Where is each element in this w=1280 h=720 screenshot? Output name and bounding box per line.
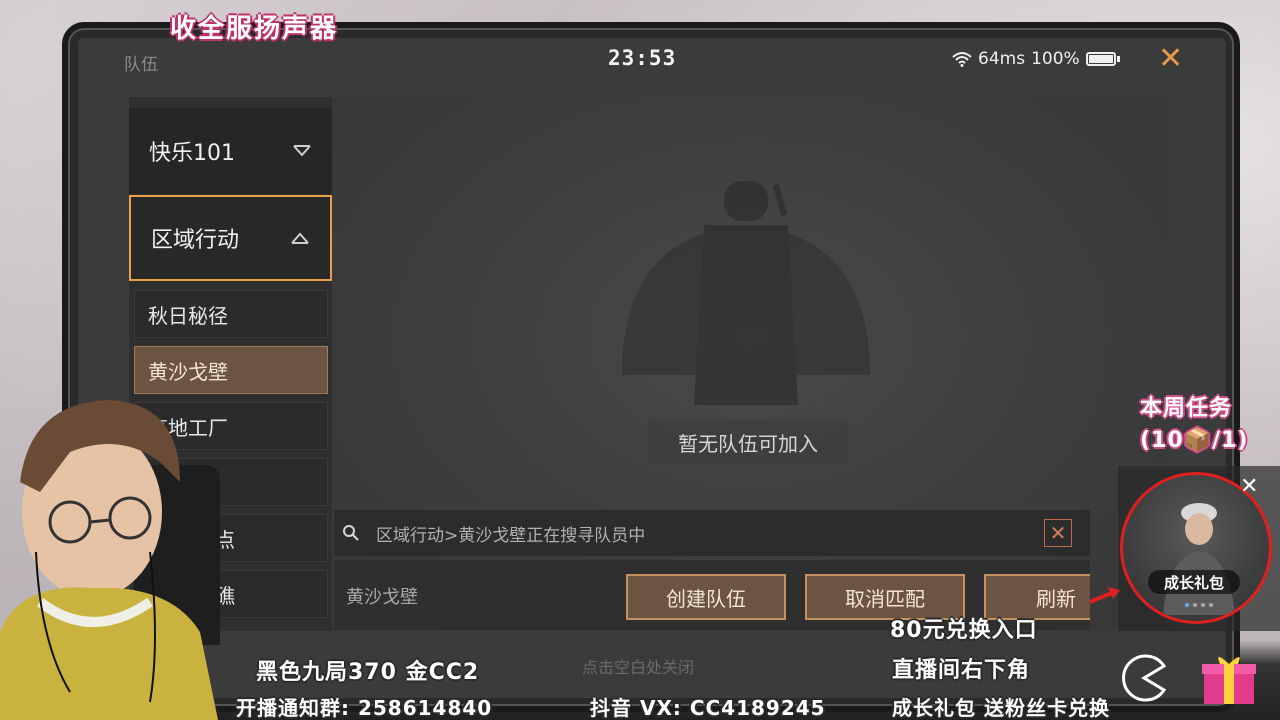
streamer-webcam (0, 400, 218, 720)
gift-box-icon[interactable] (1200, 650, 1258, 706)
weekly-task-count: (10📦/1) (1140, 428, 1249, 453)
mode-dropdown-label: 快乐101 (149, 141, 235, 166)
create-team-button[interactable]: 创建队伍 (626, 574, 786, 620)
battery-percent: 100% (1031, 49, 1080, 69)
search-icon (343, 525, 359, 541)
wifi-icon (952, 52, 972, 67)
battery-tip (1116, 56, 1120, 62)
arrow-icon (1089, 587, 1120, 604)
empty-message: 暂无队伍可加入 (648, 420, 848, 464)
overlay-title: 收全服扬声器 (170, 14, 339, 44)
sidebar-item-label: 黄沙戈壁 (148, 359, 228, 384)
promo-line-1: 80元兑换入口 (890, 618, 1038, 643)
growth-gift-label: 成长礼包 (1148, 570, 1240, 594)
current-map-label: 黄沙戈壁 (346, 587, 418, 608)
screen-title: 队伍 (124, 55, 158, 75)
sidebar-item-label: 秋日秘径 (148, 303, 228, 328)
overlay-bottom-mid: 抖音 VX: CC4189245 (590, 696, 826, 720)
sidebar-item-autumn-path[interactable]: 秋日秘径 (134, 290, 328, 338)
matchmaking-status-text: 区域行动>黄沙戈壁正在搜寻队员中 (376, 525, 646, 546)
pac-man-icon[interactable] (1118, 652, 1170, 704)
chevron-down-icon (293, 145, 311, 157)
close-icon[interactable]: ✕ (1240, 474, 1258, 499)
overlay-left-line: 黑色九局370 金CC2 (256, 660, 480, 685)
category-dropdown-label: 区域行动 (151, 228, 240, 253)
weekly-task-title: 本周任务 (1140, 396, 1233, 421)
sidebar-item-yellow-sand[interactable]: 黄沙戈壁 (134, 346, 328, 394)
empty-state-illustration (622, 181, 870, 405)
category-dropdown[interactable]: 区域行动 (129, 195, 332, 281)
matchmaking-status-bar: 区域行动>黄沙戈壁正在搜寻队员中 ✕ (334, 510, 1090, 556)
close-hint: 点击空白处关闭 (582, 658, 695, 677)
ping-value: 64ms (978, 49, 1026, 69)
promo-line-2: 直播间右下角 (892, 658, 1031, 683)
overlay-bottom-right: 成长礼包 送粉丝卡兑换 (892, 696, 1110, 720)
close-icon[interactable]: ✕ (1044, 519, 1072, 547)
overlay-bottom-left: 开播通知群: 258614840 (236, 696, 493, 720)
battery-icon (1085, 52, 1116, 66)
status-indicators: 64ms 100% (952, 49, 1120, 69)
close-icon[interactable]: ✕ (1158, 42, 1183, 76)
status-clock: 23:53 (608, 46, 677, 70)
chevron-up-icon (291, 232, 309, 244)
mode-dropdown[interactable]: 快乐101 (129, 108, 332, 194)
